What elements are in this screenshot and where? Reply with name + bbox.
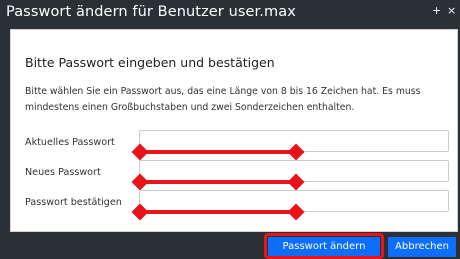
current-password-label: Aktuelles Passwort bbox=[25, 137, 115, 148]
annotation-line-1 bbox=[140, 150, 296, 154]
plus-icon[interactable]: + bbox=[432, 4, 441, 17]
password-form: Aktuelles Passwort Neues Passwort Passwo… bbox=[25, 130, 455, 220]
annotation-line-2 bbox=[140, 180, 296, 184]
form-row-new-password: Neues Passwort bbox=[25, 160, 455, 190]
confirm-password-label: Passwort bestätigen bbox=[25, 197, 122, 208]
dialog-intro-text: Bitte wählen Sie ein Passwort aus, das e… bbox=[25, 86, 421, 113]
dialog-heading: Bitte Passwort eingeben und bestätigen bbox=[25, 55, 275, 70]
dialog-titlebar: Passwort ändern für Benutzer user.max + … bbox=[0, 0, 460, 28]
annotation-line-3 bbox=[140, 210, 296, 214]
form-row-current-password: Aktuelles Passwort bbox=[25, 130, 455, 160]
password-dialog: Passwort ändern für Benutzer user.max + … bbox=[0, 0, 460, 259]
form-row-confirm-password: Passwort bestätigen bbox=[25, 190, 455, 220]
close-icon[interactable]: × bbox=[447, 4, 456, 17]
cancel-button[interactable]: Abbrechen bbox=[388, 237, 456, 257]
new-password-label: Neues Passwort bbox=[25, 167, 101, 178]
dialog-content-panel: Bitte Passwort eingeben und bestätigen B… bbox=[10, 29, 458, 232]
annotation-highlight-box bbox=[264, 233, 384, 259]
dialog-title: Passwort ändern für Benutzer user.max bbox=[6, 4, 296, 20]
